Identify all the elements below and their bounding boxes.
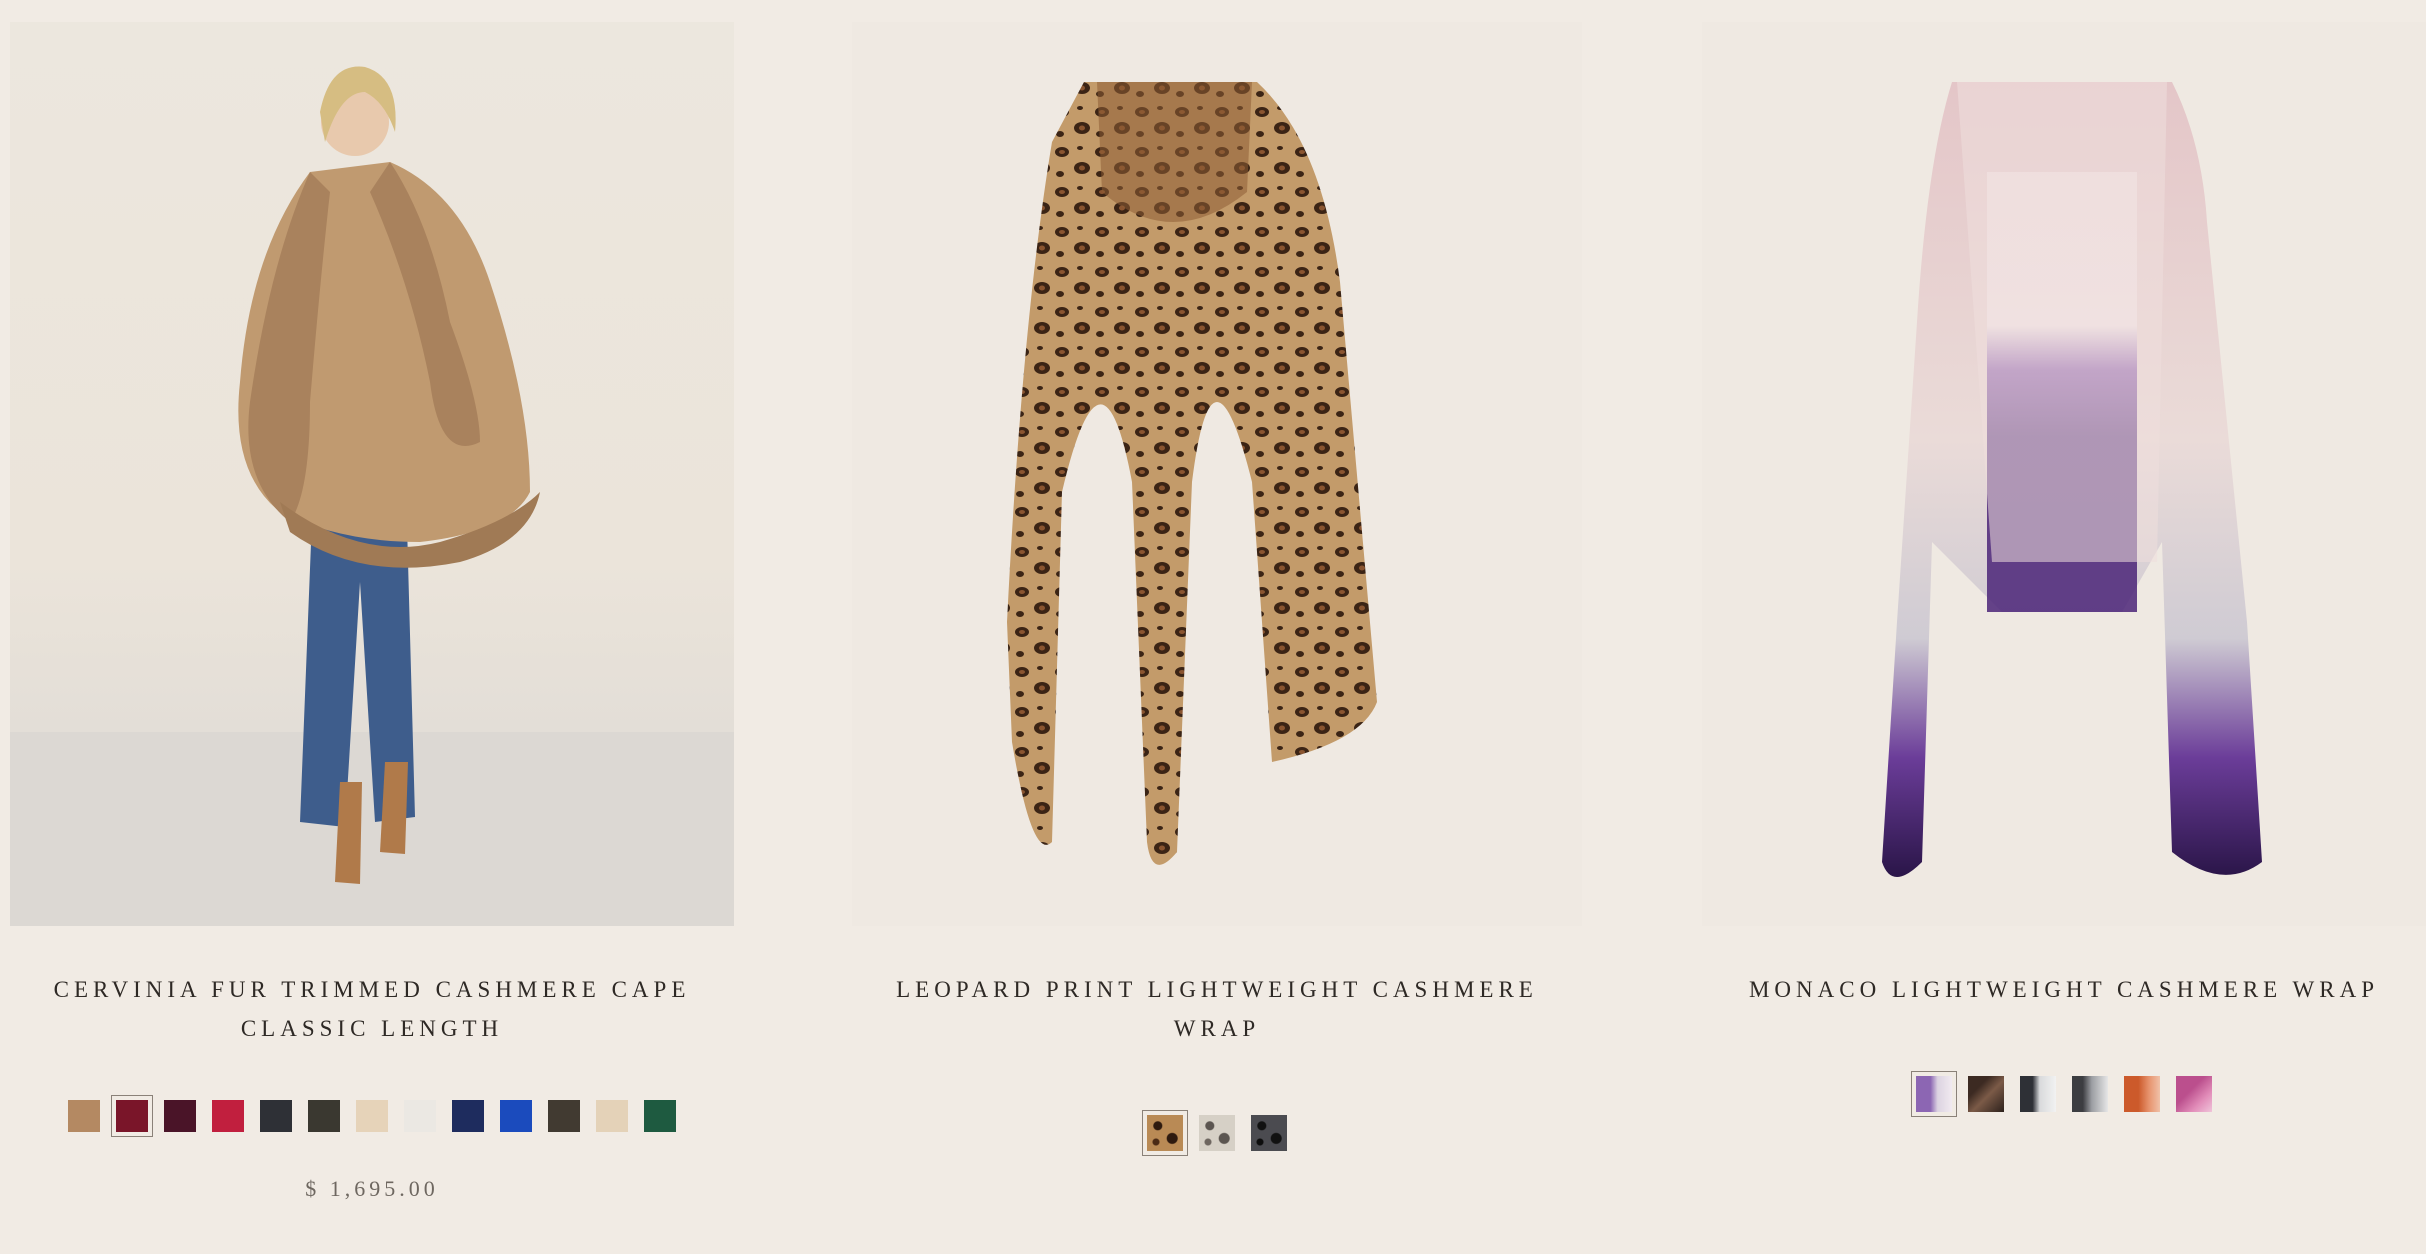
product-image-monaco-wrap[interactable] <box>1702 22 2426 926</box>
swatch-6[interactable] <box>2176 1076 2212 1112</box>
swatch-7[interactable] <box>356 1100 388 1132</box>
swatch-color-3 <box>2020 1076 2056 1112</box>
swatch-12[interactable] <box>596 1100 628 1132</box>
swatch-color-2 <box>1968 1076 2004 1112</box>
swatch-9[interactable] <box>452 1100 484 1132</box>
swatch-13[interactable] <box>644 1100 676 1132</box>
swatch-3[interactable] <box>1251 1115 1287 1151</box>
product-image-leopard-wrap[interactable] <box>852 22 1582 926</box>
swatch-color-2 <box>116 1100 148 1132</box>
swatch-2[interactable] <box>111 1095 153 1137</box>
product-card-monaco-wrap[interactable]: MONACO LIGHTWEIGHT CASHMERE WRAP <box>1702 22 2426 1117</box>
product-image-cervinia-cape[interactable] <box>10 22 734 926</box>
swatch-color-1 <box>68 1100 100 1132</box>
color-swatches-cervinia <box>10 1095 734 1137</box>
swatch-color-5 <box>260 1100 292 1132</box>
swatch-8[interactable] <box>404 1100 436 1132</box>
model-photo-illustration <box>10 66 734 926</box>
swatch-2[interactable] <box>1199 1115 1235 1151</box>
swatch-color-1 <box>1147 1115 1183 1151</box>
product-price-cervinia: $ 1,695.00 <box>305 1176 439 1201</box>
swatch-color-3 <box>1251 1115 1287 1151</box>
swatch-color-6 <box>2176 1076 2212 1112</box>
swatch-4[interactable] <box>2072 1076 2108 1112</box>
product-title-line-1[interactable]: CERVINIA FUR TRIMMED CASHMERE CAPE <box>10 970 734 1009</box>
product-title-line-1[interactable]: MONACO LIGHTWEIGHT CASHMERE WRAP <box>1702 970 2426 1009</box>
swatch-10[interactable] <box>500 1100 532 1132</box>
product-title-cervinia[interactable]: CERVINIA FUR TRIMMED CASHMERE CAPE CLASS… <box>10 970 734 1048</box>
swatch-1[interactable] <box>68 1100 100 1132</box>
swatch-6[interactable] <box>308 1100 340 1132</box>
product-title-monaco-wrap[interactable]: MONACO LIGHTWEIGHT CASHMERE WRAP <box>1702 970 2426 1009</box>
swatch-color-6 <box>308 1100 340 1132</box>
swatch-color-5 <box>2124 1076 2160 1112</box>
swatch-3[interactable] <box>2020 1076 2056 1112</box>
swatch-color-3 <box>164 1100 196 1132</box>
product-grid: CERVINIA FUR TRIMMED CASHMERE CAPE CLASS… <box>0 0 2426 1254</box>
swatch-color-12 <box>596 1100 628 1132</box>
swatch-5[interactable] <box>2124 1076 2160 1112</box>
swatch-color-4 <box>212 1100 244 1132</box>
product-title-line-1[interactable]: LEOPARD PRINT LIGHTWEIGHT CASHMERE WRAP <box>852 970 1582 1048</box>
swatch-1[interactable] <box>1911 1071 1957 1117</box>
product-card-leopard-wrap[interactable]: LEOPARD PRINT LIGHTWEIGHT CASHMERE WRAP <box>852 22 1582 1156</box>
swatch-color-11 <box>548 1100 580 1132</box>
swatch-color-13 <box>644 1100 676 1132</box>
swatch-color-4 <box>2072 1076 2108 1112</box>
swatch-3[interactable] <box>164 1100 196 1132</box>
leopard-wrap-illustration <box>1007 82 1377 865</box>
swatch-color-2 <box>1199 1115 1235 1151</box>
swatch-color-7 <box>356 1100 388 1132</box>
pattern-swatches-leopard-wrap <box>852 1110 1582 1156</box>
product-title-line-2[interactable]: CLASSIC LENGTH <box>10 1009 734 1048</box>
swatch-4[interactable] <box>212 1100 244 1132</box>
product-title-leopard-wrap[interactable]: LEOPARD PRINT LIGHTWEIGHT CASHMERE WRAP <box>852 970 1582 1048</box>
product-card-cervinia[interactable]: CERVINIA FUR TRIMMED CASHMERE CAPE CLASS… <box>10 22 734 1202</box>
swatch-color-1 <box>1916 1076 1952 1112</box>
swatch-11[interactable] <box>548 1100 580 1132</box>
swatch-color-9 <box>452 1100 484 1132</box>
pattern-swatches-monaco-wrap <box>1702 1071 2426 1117</box>
swatch-2[interactable] <box>1968 1076 2004 1112</box>
swatch-5[interactable] <box>260 1100 292 1132</box>
swatch-1[interactable] <box>1142 1110 1188 1156</box>
swatch-color-10 <box>500 1100 532 1132</box>
swatch-color-8 <box>404 1100 436 1132</box>
monaco-wrap-illustration <box>1882 82 2262 877</box>
